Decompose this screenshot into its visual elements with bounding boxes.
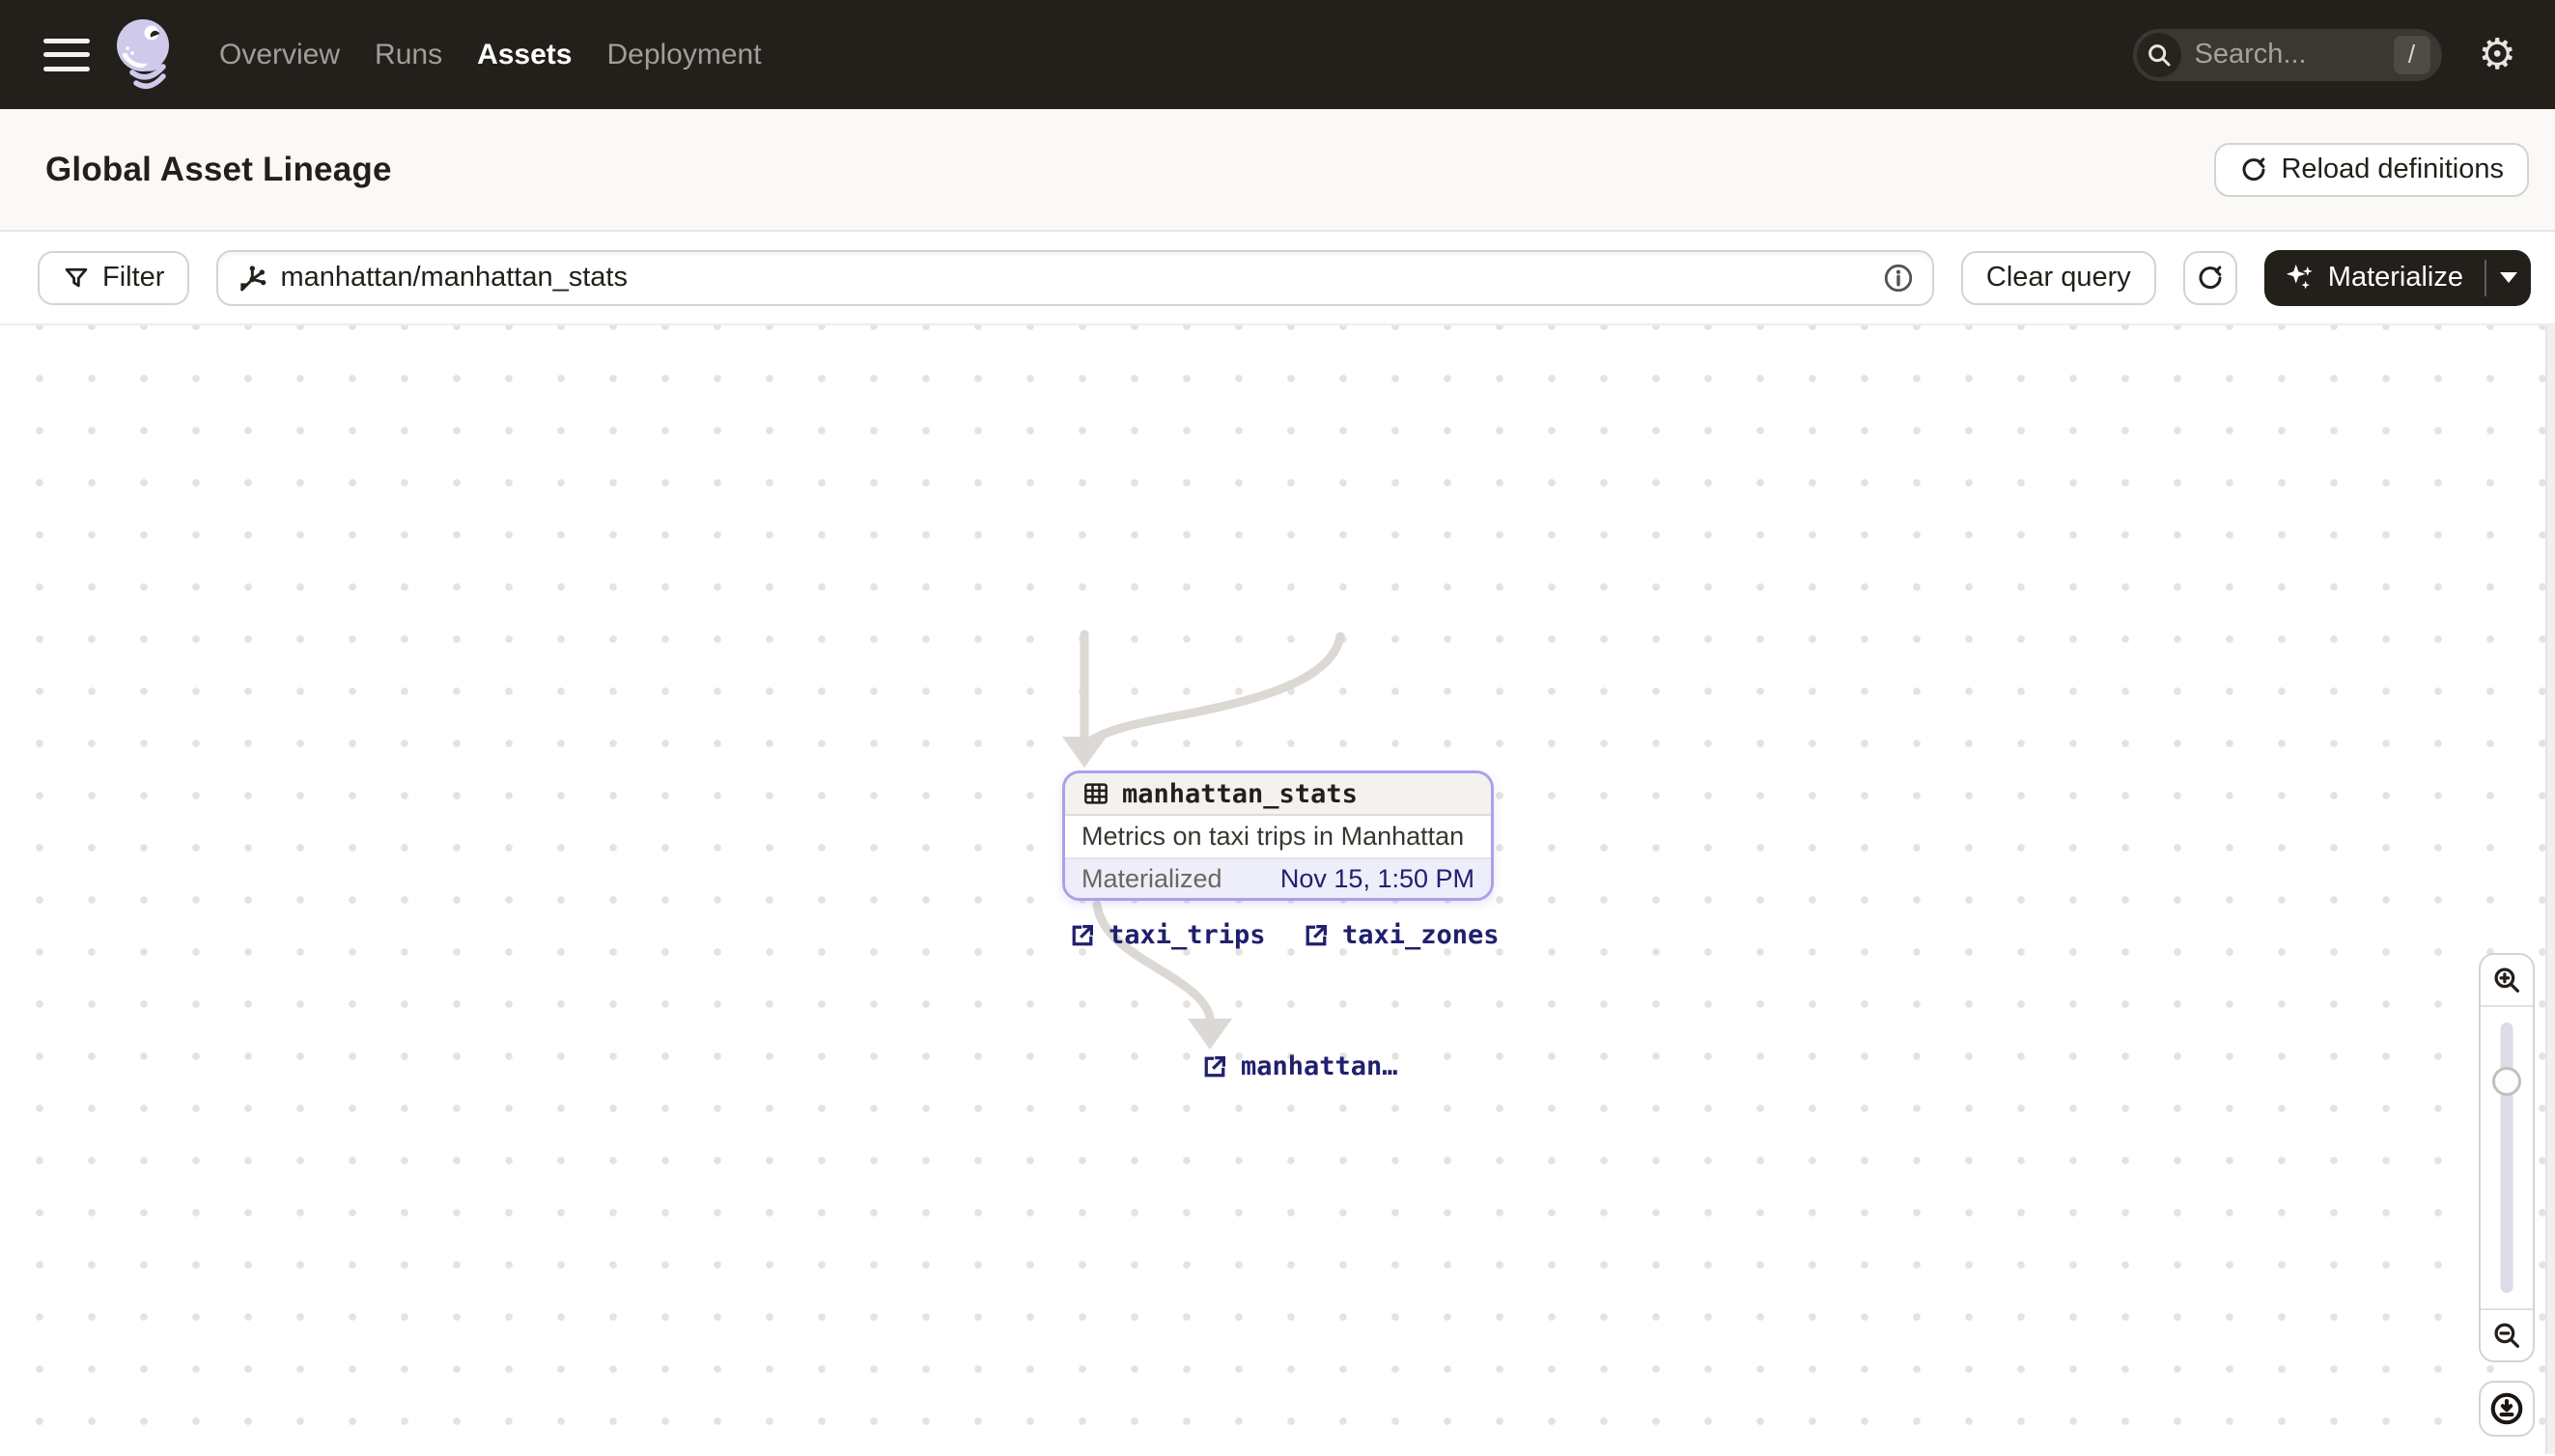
asset-query-field[interactable] <box>216 249 1934 306</box>
clear-query-button[interactable]: Clear query <box>1960 250 2156 305</box>
caret-down-icon <box>2500 272 2517 283</box>
main-nav: Overview Runs Assets Deployment <box>219 39 762 71</box>
sparkle-icon <box>2286 264 2313 289</box>
refresh-icon <box>2199 266 2222 289</box>
asset-node-taxi-trips[interactable]: taxi_trips <box>1068 920 1266 950</box>
asset-card-name: manhattan_stats <box>1122 778 1358 809</box>
info-icon[interactable] <box>1882 262 1915 294</box>
zoom-slider-handle[interactable] <box>2492 1067 2521 1096</box>
asset-node-manhattan-map[interactable]: manhattan… <box>1200 1051 1398 1081</box>
materialization-time-link[interactable]: Nov 15, 1:50 PM <box>1280 864 1474 894</box>
asset-card-manhattan-stats[interactable]: manhattan_stats Metrics on taxi trips in… <box>1062 770 1494 901</box>
zoom-in-icon <box>2494 967 2519 993</box>
materialize-button[interactable]: Materialize <box>2264 250 2485 306</box>
status-label: Materialized <box>1081 863 1222 893</box>
nav-item-overview[interactable]: Overview <box>219 39 340 71</box>
download-icon <box>2490 1392 2523 1425</box>
filter-icon <box>65 267 88 287</box>
lineage-canvas[interactable]: taxi_trips taxi_zones manhattan_stats Me… <box>0 325 2555 1454</box>
asset-card-status: Materialized Nov 15, 1:50 PM <box>1065 857 1491 898</box>
nav-item-deployment[interactable]: Deployment <box>606 39 761 71</box>
global-search[interactable]: / <box>2132 28 2442 81</box>
page-title: Global Asset Lineage <box>45 150 392 188</box>
materialize-split-button: Materialize <box>2263 249 2531 306</box>
asset-graph-icon <box>240 265 267 291</box>
nav-item-assets[interactable]: Assets <box>477 39 572 71</box>
zoom-slider-track[interactable] <box>2500 1022 2513 1293</box>
zoom-out-button[interactable] <box>2481 1310 2533 1360</box>
refresh-button[interactable] <box>2182 250 2237 305</box>
asset-node-taxi-zones[interactable]: taxi_zones <box>1302 920 1500 950</box>
zoom-in-button[interactable] <box>2481 955 2533 1005</box>
top-nav: Overview Runs Assets Deployment / ⚙ <box>0 0 2555 109</box>
search-shortcut-key: / <box>2393 35 2430 74</box>
download-view-button[interactable] <box>2479 1381 2535 1437</box>
gear-icon[interactable]: ⚙ <box>2479 33 2516 76</box>
zoom-controls <box>2479 953 2535 1362</box>
asset-card-header[interactable]: manhattan_stats <box>1065 773 1491 816</box>
lineage-toolbar: Filter Clear query <box>0 232 2555 325</box>
asset-card-description: Metrics on taxi trips in Manhattan <box>1081 822 1465 851</box>
reload-icon <box>2242 157 2265 181</box>
asset-query-input[interactable] <box>280 262 1882 294</box>
external-link-icon <box>1072 924 1094 945</box>
materialize-dropdown-button[interactable] <box>2486 250 2531 306</box>
nav-item-runs[interactable]: Runs <box>375 39 442 71</box>
external-link-icon <box>1306 924 1328 945</box>
search-icon <box>2136 32 2181 77</box>
page-header: Global Asset Lineage Reload definitions <box>0 109 2555 232</box>
zoom-out-icon <box>2494 1323 2519 1348</box>
canvas-scrollbar[interactable] <box>2545 325 2555 1454</box>
filter-button[interactable]: Filter <box>38 250 190 305</box>
zoom-slider[interactable] <box>2481 1005 2533 1310</box>
dagster-logo[interactable] <box>111 16 181 94</box>
reload-definitions-button[interactable]: Reload definitions <box>2214 142 2529 197</box>
menu-icon[interactable] <box>43 38 90 71</box>
table-icon <box>1084 783 1108 804</box>
search-input[interactable] <box>2194 39 2359 70</box>
external-link-icon <box>1204 1055 1226 1077</box>
